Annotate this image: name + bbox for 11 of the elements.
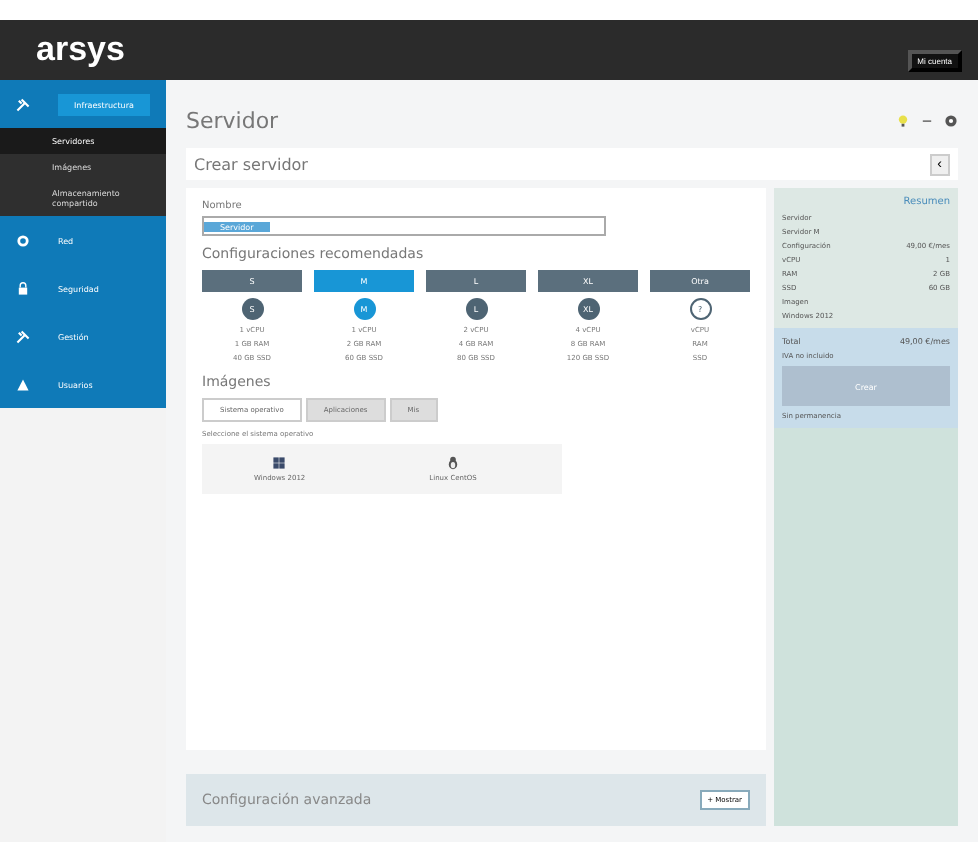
page-title: Servidor — [186, 107, 279, 133]
penguin-icon — [446, 456, 461, 470]
tools-icon — [16, 329, 30, 343]
lock-icon — [16, 281, 30, 295]
section-title: Crear servidor — [194, 155, 308, 173]
tools-icon — [16, 97, 30, 111]
settings-icon — [944, 113, 958, 127]
windows-icon — [272, 456, 287, 470]
bulb-icon — [896, 113, 910, 127]
logo: arsys — [36, 30, 125, 70]
triangle-icon — [16, 377, 30, 391]
